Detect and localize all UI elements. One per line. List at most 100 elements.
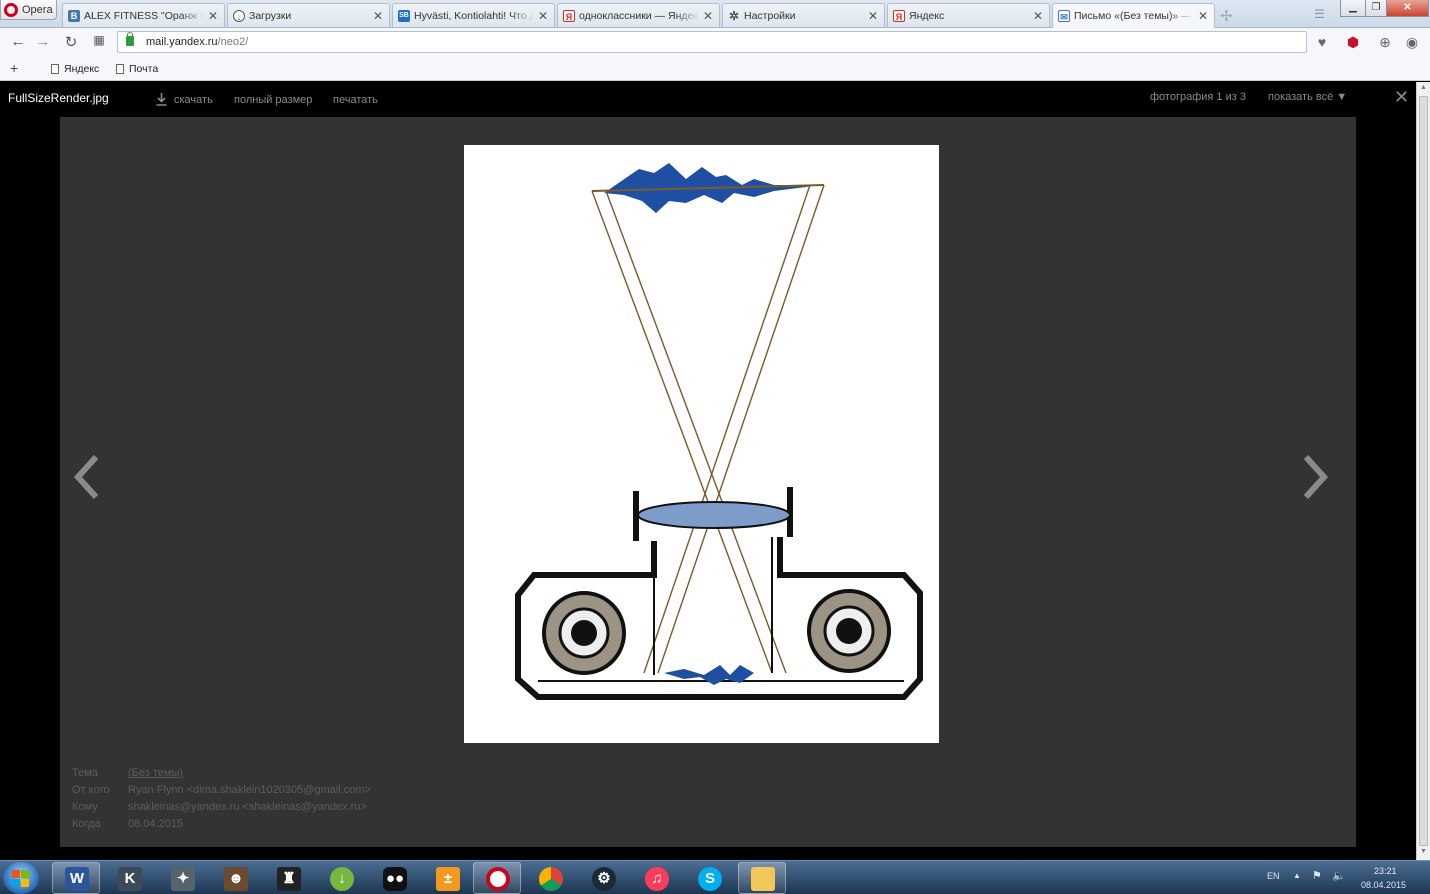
address-toolbar: ← → ↻ ▦ mail.yandex.ru/neo2/ ♥ ⬢ ⊕ ◉ [0,28,1430,56]
opera-menu-label: Opera [22,3,53,16]
counter-strike-icon: K [118,867,142,891]
yandex-icon: Я [563,9,575,22]
gear-icon: ✲ [728,8,740,23]
tab-yandex-search[interactable]: Я одноклассники — Яндек ✕ [557,3,720,27]
taskbar-explorer[interactable] [738,862,786,894]
taskbar: W K ✦ ☻ ♜ ↓ ●● ± ⚙ ♫ S EN ▲ ⚑ 🔈 23:21 08… [0,860,1430,894]
subject-link[interactable]: (Без темы) [128,765,183,782]
show-all-link[interactable]: показать всё ▼ [1268,91,1347,103]
file-name: FullSizeRender.jpg [8,91,109,105]
scroll-up-icon[interactable]: ▲ [1420,84,1427,91]
tab-label: Hyvästi, Kontiolahti! Что д [414,9,534,22]
image-viewer: FullSizeRender.jpg скачать полный размер… [0,82,1416,860]
full-size-link[interactable]: полный размер [234,94,312,106]
tab-close-icon[interactable]: ✕ [208,9,218,23]
network-icon[interactable]: ⚑ [1312,869,1322,882]
taskbar-itunes[interactable]: ♫ [632,862,680,894]
start-button[interactable] [3,862,39,894]
clock-time[interactable]: 23:21 [1374,866,1397,876]
scroll-thumb[interactable] [1419,96,1428,846]
light-rays [591,184,825,674]
heart-icon[interactable]: ♥ [1313,33,1331,51]
volume-icon[interactable]: 🔈 [1332,869,1346,882]
calculator-icon: ± [436,867,460,891]
taskbar-calculator[interactable]: ± [423,862,471,894]
language-indicator[interactable]: EN [1267,871,1280,881]
next-photo-icon[interactable] [1300,453,1330,501]
download-manager-icon: ↓ [330,867,354,891]
taskbar-app-eyes[interactable]: ●● [370,862,418,894]
viewer-toolbar: FullSizeRender.jpg скачать полный размер… [0,82,1416,116]
tab-close-icon[interactable]: ✕ [1033,9,1043,23]
user-icon[interactable]: ◉ [1403,33,1421,51]
scroll-down-icon[interactable]: ▼ [1420,848,1427,855]
adblock-icon[interactable]: ⬢ [1344,33,1362,51]
taskbar-opera[interactable] [473,862,521,894]
tab-sportbox[interactable]: SB Hyvästi, Kontiolahti! Что д ✕ [392,3,555,27]
close-window-button[interactable]: ✕ [1386,0,1429,17]
close-viewer-icon[interactable]: ✕ [1394,87,1409,108]
tab-close-icon[interactable]: ✕ [703,9,713,23]
meta-date-row: Когда 08.04.2015 [72,818,184,830]
tab-close-icon[interactable]: ✕ [868,9,878,23]
tab-label: Настройки [744,9,796,22]
game-icon: ✦ [171,867,195,891]
download-link[interactable]: скачать [174,94,213,106]
tab-close-icon[interactable]: ✕ [1198,9,1208,23]
tab-menu-icon[interactable]: ☰ [1314,7,1325,21]
tray-expand-icon[interactable]: ▲ [1293,871,1301,880]
maximize-button[interactable]: ❐ [1365,0,1387,17]
page-icon [116,64,124,74]
tab-label: Яндекс [909,9,945,22]
taskbar-game-1[interactable]: ✦ [158,862,206,894]
tab-yandex-mail-letter[interactable]: ✉ Письмо «(Без темы)» — Я ✕ [1052,3,1215,28]
download-icon[interactable] [156,93,167,106]
folder-icon [751,867,775,891]
reload-icon[interactable]: ↻ [62,33,80,51]
mail-icon: ✉ [1058,10,1070,22]
clock-date[interactable]: 08.04.2015 [1361,880,1406,890]
taskbar-game-2[interactable]: ☻ [211,862,259,894]
minimize-button[interactable]: ▁ [1340,0,1366,17]
page-scrollbar[interactable]: ▲ ▼ [1416,82,1430,860]
tab-settings[interactable]: ✲ Настройки ✕ [722,3,885,27]
letter-meta: Тема (Без темы) От кого Ryan Flynn <dima.s… [72,765,371,833]
bookmarks-bar: + Яндекс Почта [0,56,1430,81]
address-url: mail.yandex.ru/neo2/ [146,36,249,48]
taskbar-steam[interactable]: ⚙ [579,862,627,894]
tab-close-icon[interactable]: ✕ [538,9,548,23]
optics-drawing [515,163,923,700]
tab-alex-fitness[interactable]: B ALEX FITNESS "Оранж Ме ✕ [62,3,225,27]
bookmark-mail[interactable]: Почта [116,63,158,75]
opera-icon [486,867,510,891]
speed-dial-icon[interactable]: ▦ [90,33,108,47]
new-tab-icon[interactable]: ✢ [1220,7,1233,25]
opera-menu-button[interactable]: Opera [0,0,57,20]
prev-photo-icon[interactable] [72,453,102,501]
lens [637,501,791,529]
taskbar-utorrent[interactable]: ↓ [317,862,365,894]
address-bar[interactable]: mail.yandex.ru/neo2/ [117,31,1307,53]
download-icon: ↓ [233,9,245,22]
taskbar-chrome[interactable] [526,862,574,894]
tab-downloads[interactable]: ↓ Загрузки ✕ [227,3,390,27]
tab-yandex[interactable]: Я Яндекс ✕ [887,3,1050,27]
taskbar-game-3[interactable]: ♜ [264,862,312,894]
taskbar-word[interactable]: W [52,862,100,894]
itunes-icon: ♫ [645,867,669,891]
sportbox-icon: SB [398,9,410,22]
tab-label: Загрузки [249,9,292,22]
taskbar-counter-strike[interactable]: K [105,862,153,894]
windows-logo-icon [12,870,20,878]
steam-icon: ⚙ [592,867,616,891]
photo [464,145,939,743]
print-link[interactable]: печатать [333,94,378,106]
vk-icon: B [68,9,80,22]
forward-icon[interactable]: → [34,33,52,50]
taskbar-skype[interactable]: S [685,862,733,894]
downloads-icon[interactable]: ⊕ [1376,33,1394,51]
tab-close-icon[interactable]: ✕ [373,9,383,23]
add-bookmark-icon[interactable]: + [10,60,18,76]
back-icon[interactable]: ← [9,33,27,50]
bookmark-yandex[interactable]: Яндекс [51,63,99,75]
